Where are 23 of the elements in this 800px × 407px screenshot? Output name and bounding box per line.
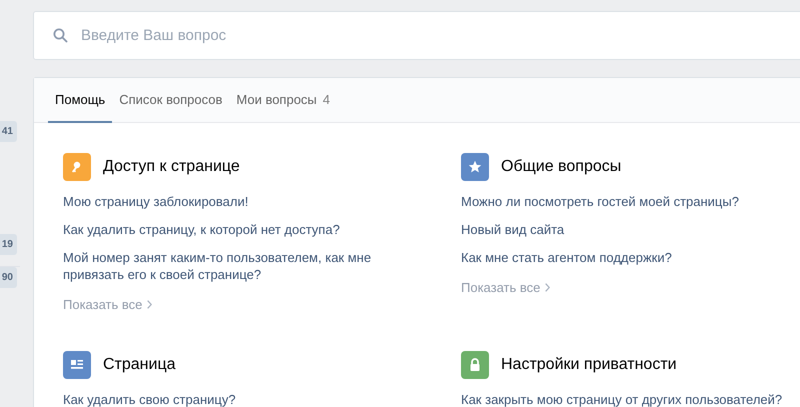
question-link[interactable]: Как мне стать агентом поддержки?	[461, 249, 800, 266]
category-title: Доступ к странице	[103, 158, 240, 176]
tab[interactable]: Мои вопросы 4	[229, 78, 338, 123]
chevron-icon	[147, 300, 152, 309]
question-link[interactable]: Как удалить страницу, к которой нет доступа?	[63, 221, 408, 238]
tab[interactable]: Список вопросов	[112, 78, 230, 123]
question-link[interactable]: Как закрыть мою страницу от других пользователей?	[461, 391, 800, 407]
search-icon	[53, 28, 68, 43]
category-title: Общие вопросы	[501, 158, 622, 176]
search-field[interactable]: Введите Ваш вопрос	[33, 11, 800, 60]
category-title: Страница	[103, 356, 176, 374]
tab-count: 4	[322, 92, 330, 107]
chevron-icon	[545, 283, 550, 292]
question-link[interactable]: Мою страницу заблокировали!	[63, 193, 408, 210]
question-link[interactable]: Можно ли посмотреть гостей моей страницы?	[461, 193, 800, 210]
question-link[interactable]: Мой номер занят каким-то пользователем, как мне привязать его к своей странице?	[63, 249, 408, 283]
question-link[interactable]: Новый вид сайта	[461, 221, 800, 238]
tab[interactable]: Помощь	[48, 78, 112, 123]
category-title: Настройки приватности	[501, 356, 677, 374]
count-badge: 90	[0, 267, 17, 288]
count-badge: 41	[0, 121, 17, 142]
question-link[interactable]: Как удалить свою страницу?	[63, 391, 408, 407]
count-badge: 19	[0, 234, 17, 255]
